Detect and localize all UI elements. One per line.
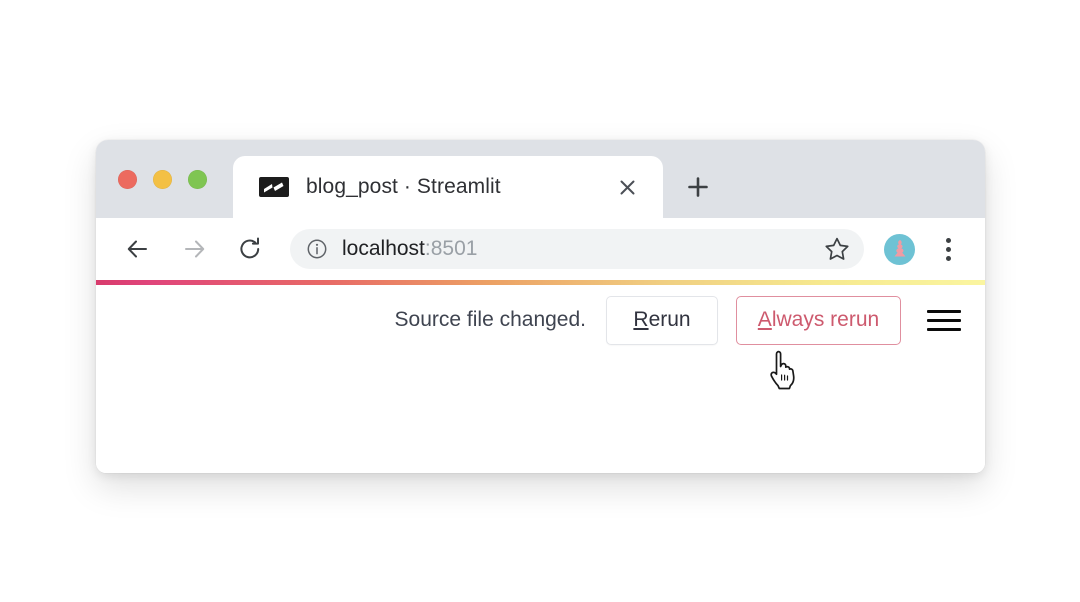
page-content: Source file changed. Rerun Always rerun xyxy=(96,280,985,473)
close-window-button[interactable] xyxy=(118,170,137,189)
hamburger-bar xyxy=(927,310,961,313)
rerun-accel-letter: R xyxy=(633,308,648,332)
window-controls xyxy=(118,170,207,189)
always-rerun-rest-label: lways rerun xyxy=(772,308,879,332)
close-tab-icon[interactable] xyxy=(613,173,641,201)
status-message: Source file changed. xyxy=(395,308,586,332)
url-port: :8501 xyxy=(425,237,478,260)
url-host: localhost xyxy=(342,237,425,260)
url-text: localhost:8501 xyxy=(342,237,820,261)
browser-window: blog_post · Streamlit xyxy=(96,140,985,473)
hamburger-menu-icon[interactable] xyxy=(927,310,961,331)
back-button[interactable] xyxy=(118,229,158,269)
hamburger-bar xyxy=(927,328,961,331)
arrow-right-icon xyxy=(181,236,207,262)
streamlit-favicon-icon xyxy=(259,177,289,197)
always-rerun-button[interactable]: Always rerun xyxy=(736,296,901,345)
address-bar[interactable]: localhost:8501 xyxy=(290,229,864,269)
rerun-rest-label: erun xyxy=(649,308,691,332)
browser-tab[interactable]: blog_post · Streamlit xyxy=(233,156,663,218)
reload-button[interactable] xyxy=(230,229,270,269)
arrow-left-icon xyxy=(125,236,151,262)
kebab-dot xyxy=(946,247,951,252)
info-icon[interactable] xyxy=(304,236,330,262)
avatar-figure-icon xyxy=(888,237,912,261)
tab-title: blog_post · Streamlit xyxy=(306,175,501,199)
forward-button xyxy=(174,229,214,269)
maximize-window-button[interactable] xyxy=(188,170,207,189)
profile-avatar[interactable] xyxy=(884,234,915,265)
bookmark-star-icon[interactable] xyxy=(820,232,854,266)
kebab-dot xyxy=(946,256,951,261)
always-rerun-accel-letter: A xyxy=(758,308,772,332)
tab-strip: blog_post · Streamlit xyxy=(96,140,985,218)
new-tab-button[interactable] xyxy=(681,170,715,204)
source-changed-toolbar: Source file changed. Rerun Always rerun xyxy=(96,285,985,355)
hamburger-bar xyxy=(927,319,961,322)
reload-icon xyxy=(237,236,263,262)
browser-toolbar: localhost:8501 xyxy=(96,218,985,280)
browser-menu-button[interactable] xyxy=(931,229,965,269)
minimize-window-button[interactable] xyxy=(153,170,172,189)
rerun-button[interactable]: Rerun xyxy=(606,296,718,345)
kebab-dot xyxy=(946,238,951,243)
